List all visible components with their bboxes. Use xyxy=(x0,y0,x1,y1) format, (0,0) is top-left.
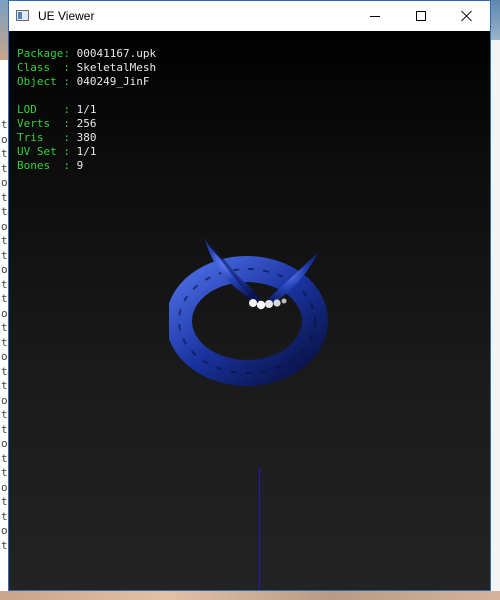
background-letter: t xyxy=(1,118,8,131)
info-value: 040249_JinF xyxy=(76,75,150,88)
title-bar[interactable]: UE Viewer xyxy=(9,1,490,31)
info-value: 380 xyxy=(76,131,97,144)
maximize-icon xyxy=(416,11,426,21)
background-letter: t xyxy=(1,538,8,552)
background-letter: t xyxy=(1,190,8,204)
background-letter: o xyxy=(1,306,8,320)
info-value: SkeletalMesh xyxy=(76,61,157,74)
info-label: Package: xyxy=(17,47,77,60)
info-row-verts: Verts : 256 xyxy=(17,117,156,131)
background-letter: o xyxy=(1,393,8,407)
info-row-bones: Bones : 9 xyxy=(17,159,156,173)
ue-viewer-window: UE Viewer Package: 00041167.upk Class : … xyxy=(8,0,491,591)
background-letter: t xyxy=(1,234,8,247)
background-letter: t xyxy=(1,466,8,479)
desktop-background-right xyxy=(491,0,500,600)
close-button[interactable] xyxy=(444,1,490,31)
info-row-lod: LOD : 1/1 xyxy=(17,103,156,117)
background-letter: t xyxy=(1,321,8,334)
background-letter: t xyxy=(1,147,8,160)
info-value: 1/1 xyxy=(76,145,97,158)
background-letter: t xyxy=(1,161,8,175)
maximize-button[interactable] xyxy=(398,1,444,31)
background-letter: o xyxy=(1,480,8,494)
background-letter: o xyxy=(1,524,8,537)
info-value: 9 xyxy=(76,159,84,172)
background-letter: t xyxy=(1,509,8,523)
background-letter: t xyxy=(1,422,8,436)
info-row-class: Class : SkeletalMesh xyxy=(17,61,156,75)
info-label: UV Set : xyxy=(17,145,77,158)
info-label: Tris : xyxy=(17,131,77,144)
background-letter: t xyxy=(1,205,8,218)
info-value: 00041167.upk xyxy=(76,47,157,60)
minimize-icon xyxy=(370,15,380,17)
background-letter: o xyxy=(1,132,8,146)
info-value: 1/1 xyxy=(76,103,97,116)
info-row-package: Package: 00041167.upk xyxy=(17,47,156,61)
info-label: LOD : xyxy=(17,103,77,116)
info-row-tris: Tris : 380 xyxy=(17,131,156,145)
background-letter: o xyxy=(1,350,8,363)
window-title: UE Viewer xyxy=(38,9,95,23)
info-row-uvset: UV Set : 1/1 xyxy=(17,145,156,159)
info-row-object: Object : 040249_JinF xyxy=(17,75,156,89)
minimize-button[interactable] xyxy=(352,1,398,31)
z-axis-line xyxy=(259,468,260,590)
background-letter: t xyxy=(1,277,8,291)
background-letter: o xyxy=(1,263,8,276)
info-label: Object : xyxy=(17,75,77,88)
info-value: 256 xyxy=(76,117,97,130)
info-label: Bones : xyxy=(17,159,77,172)
background-letter: o xyxy=(1,219,8,233)
close-icon xyxy=(461,10,473,22)
info-label: Verts : xyxy=(17,117,77,130)
background-letter: t xyxy=(1,364,8,378)
desktop-background-right-top xyxy=(491,0,500,40)
background-letter: o xyxy=(1,437,8,450)
info-label: Class : xyxy=(17,61,77,74)
background-letter: t xyxy=(1,379,8,392)
background-letter: t xyxy=(1,451,8,465)
desktop-background-left-top xyxy=(0,0,8,60)
background-letter: t xyxy=(1,495,8,508)
background-letter: t xyxy=(1,248,8,262)
desktop-background-bottom xyxy=(0,591,500,600)
background-letter: t xyxy=(1,335,8,349)
3d-viewport[interactable]: Package: 00041167.upk Class : SkeletalMe… xyxy=(9,31,490,590)
skeletal-mesh-render xyxy=(169,236,328,386)
background-letter: o xyxy=(1,176,8,189)
background-text-column: tottottottottottottottottottot xyxy=(0,118,8,558)
mesh-info-overlay: Package: 00041167.upk Class : SkeletalMe… xyxy=(17,47,156,173)
background-letter: t xyxy=(1,292,8,305)
background-letter: t xyxy=(1,408,8,421)
app-window-icon[interactable] xyxy=(16,10,29,21)
